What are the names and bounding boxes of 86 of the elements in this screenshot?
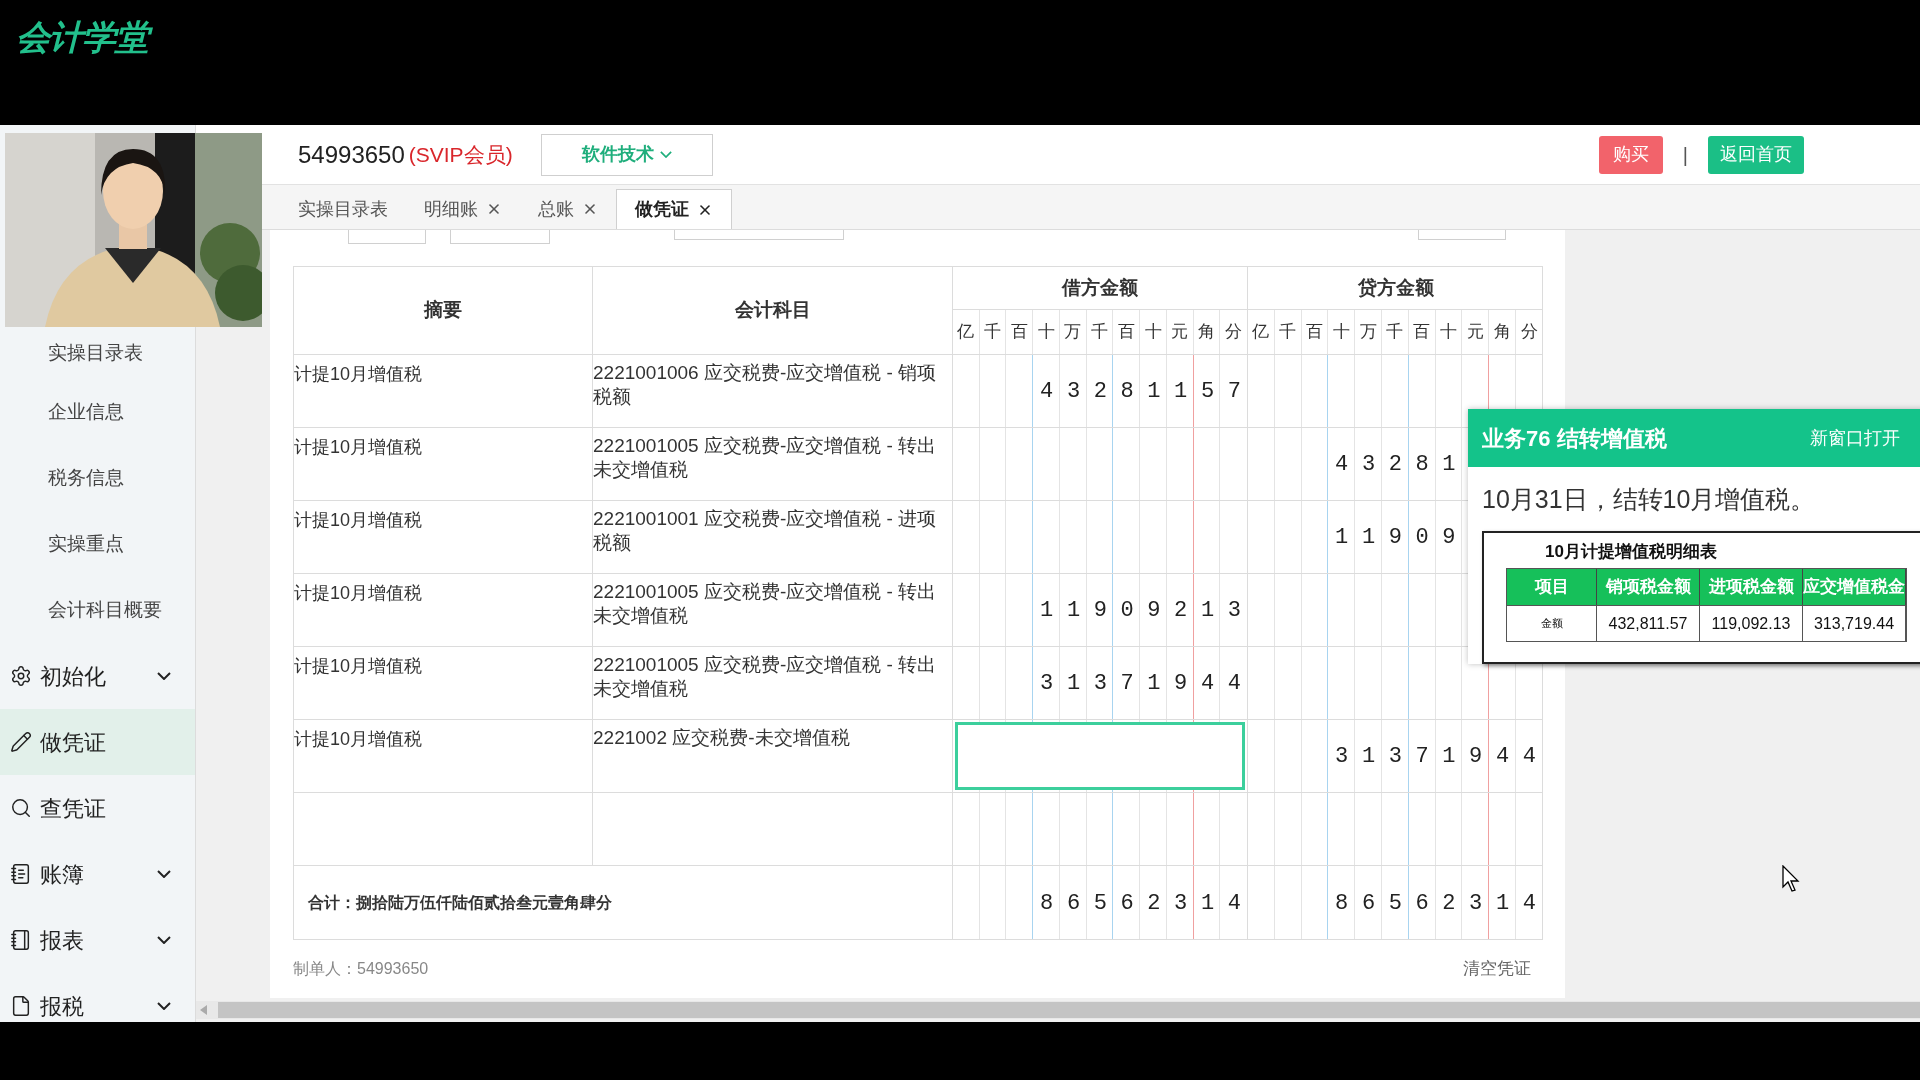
close-icon[interactable] bbox=[486, 201, 502, 217]
unit-label: 角 bbox=[1489, 310, 1516, 354]
unit-label: 十 bbox=[1140, 310, 1167, 354]
total-label: 合计：捌拾陆万伍仟陆佰贰拾叁元壹角肆分 bbox=[308, 892, 612, 913]
column-header: 会计科目 bbox=[593, 267, 953, 354]
table-cell: 119,092.13 bbox=[1700, 606, 1803, 641]
sidebar-item[interactable]: 报税 bbox=[0, 973, 195, 1022]
unit-label: 千 bbox=[1382, 310, 1409, 354]
tab[interactable]: 明细账 bbox=[406, 189, 520, 229]
sidebar-item[interactable]: 报表 bbox=[0, 907, 195, 973]
account-cell: 2221001005 应交税费-应交增值税 - 转出未交增值税 bbox=[593, 581, 937, 626]
unit-label: 分 bbox=[1519, 321, 1539, 344]
unit-label: 分 bbox=[1224, 321, 1244, 344]
tab[interactable]: 做凭证 bbox=[616, 189, 732, 229]
summary-cell: 计提10月增值税 bbox=[294, 437, 423, 457]
unit-label: 十 bbox=[1435, 310, 1463, 354]
sidebar-subitem[interactable]: 企业信息 bbox=[0, 379, 195, 445]
member-label: (SVIP会员) bbox=[408, 141, 513, 168]
unit-label: 万 bbox=[1355, 310, 1382, 354]
document-icon bbox=[10, 995, 32, 1017]
unit-label: 千 bbox=[1086, 310, 1114, 354]
unit-label: 亿 bbox=[953, 310, 980, 354]
amount-digits: 4 3 2 8 1 1 5 7 bbox=[1040, 377, 1242, 406]
notepad-icon bbox=[10, 929, 32, 951]
table-cell: 313,719.44 bbox=[1803, 606, 1906, 641]
unit-label: 百 bbox=[1301, 310, 1329, 354]
debit-amount-field[interactable] bbox=[955, 722, 1245, 790]
table-cell: 金额 bbox=[1507, 606, 1597, 641]
book-icon bbox=[10, 863, 32, 885]
account-cell: 2221001005 应交税费-应交增值税 - 转出未交增值税 bbox=[593, 435, 937, 480]
sidebar-item[interactable]: 做凭证 bbox=[0, 709, 195, 775]
header-separator: | bbox=[1682, 142, 1688, 168]
chevron-down-icon bbox=[659, 150, 672, 159]
maker-label: 制单人：54993650 bbox=[293, 959, 429, 979]
amount-digits: 8 6 5 6 2 3 1 4 bbox=[1040, 889, 1242, 917]
column-header: 贷方金额 bbox=[1248, 267, 1543, 310]
popup-title: 业务76 结转增值税 bbox=[1482, 424, 1667, 453]
account-number: 54993650 bbox=[298, 139, 405, 170]
summary-cell: 计提10月增值税 bbox=[294, 583, 423, 603]
mouse-cursor-icon bbox=[1782, 865, 1800, 893]
unit-label: 十 bbox=[1328, 310, 1356, 354]
column-header: 借方金额 bbox=[953, 267, 1247, 310]
unit-label: 十 bbox=[1033, 310, 1060, 354]
summary-cell: 计提10月增值税 bbox=[294, 364, 423, 384]
amount-digits: 1 1 9 0 9 2 1 3 bbox=[1040, 596, 1242, 625]
unit-label: 元 bbox=[1166, 310, 1194, 354]
table-cell: 432,811.57 bbox=[1597, 606, 1700, 641]
account-cell: 2221001005 应交税费-应交增值税 - 转出未交增值税 bbox=[593, 654, 937, 699]
tab[interactable]: 实操目录表 bbox=[280, 189, 406, 229]
sidebar-subitem[interactable]: 会计科目概要 bbox=[0, 577, 195, 643]
search-icon bbox=[10, 797, 32, 819]
unit-label: 元 bbox=[1462, 310, 1490, 354]
summary-cell: 计提10月增值税 bbox=[294, 656, 423, 676]
amount-digits: 1 1 9 0 9 bbox=[1335, 523, 1456, 552]
unit-label: 亿 bbox=[1248, 310, 1275, 354]
task-description: 10月31日，结转10月增值税。 bbox=[1482, 484, 1817, 515]
account-cell: 2221001001 应交税费-应交增值税 - 进项税额 bbox=[593, 508, 937, 553]
unit-label: 百 bbox=[1006, 310, 1034, 354]
summary-cell: 计提10月增值税 bbox=[294, 729, 423, 749]
close-icon[interactable] bbox=[582, 201, 598, 217]
amount-digits: 3 1 3 7 1 9 4 4 bbox=[1335, 742, 1537, 771]
unit-label: 角 bbox=[1193, 310, 1221, 354]
sidebar-item[interactable]: 初始化 bbox=[0, 643, 195, 709]
table-title: 10月计提增值税明细表 bbox=[1545, 540, 1717, 563]
scroll-left-icon[interactable] bbox=[200, 1005, 208, 1015]
unit-label: 千 bbox=[1274, 310, 1302, 354]
unit-label: 百 bbox=[1408, 310, 1436, 354]
account-cell: 2221001006 应交税费-应交增值税 - 销项税额 bbox=[593, 362, 937, 407]
clear-voucher-link[interactable]: 清空凭证 bbox=[1463, 956, 1531, 982]
column-header: 摘要 bbox=[294, 267, 593, 354]
amount-digits: 4 3 2 8 1 bbox=[1335, 450, 1456, 479]
unit-label: 万 bbox=[1059, 310, 1087, 354]
sidebar-subitem[interactable]: 实操目录表 bbox=[0, 327, 195, 379]
sidebar-subitem[interactable]: 实操重点 bbox=[0, 511, 195, 577]
amount-digits: 8 6 5 6 2 3 1 4 bbox=[1335, 889, 1537, 917]
unit-label: 千 bbox=[979, 310, 1007, 354]
summary-cell: 计提10月增值税 bbox=[294, 510, 423, 530]
unit-label: 百 bbox=[1113, 310, 1141, 354]
tab[interactable]: 总账 bbox=[520, 189, 616, 229]
sidebar-subitem[interactable]: 税务信息 bbox=[0, 445, 195, 511]
sidebar-item[interactable]: 账簿 bbox=[0, 841, 195, 907]
pencil-icon bbox=[10, 731, 32, 753]
settings-icon bbox=[10, 665, 32, 687]
account-cell: 2221002 应交税费-未交增值税 bbox=[593, 727, 850, 748]
amount-digits: 3 1 3 7 1 9 4 4 bbox=[1040, 669, 1242, 698]
sidebar-item[interactable]: 查凭证 bbox=[0, 775, 195, 841]
